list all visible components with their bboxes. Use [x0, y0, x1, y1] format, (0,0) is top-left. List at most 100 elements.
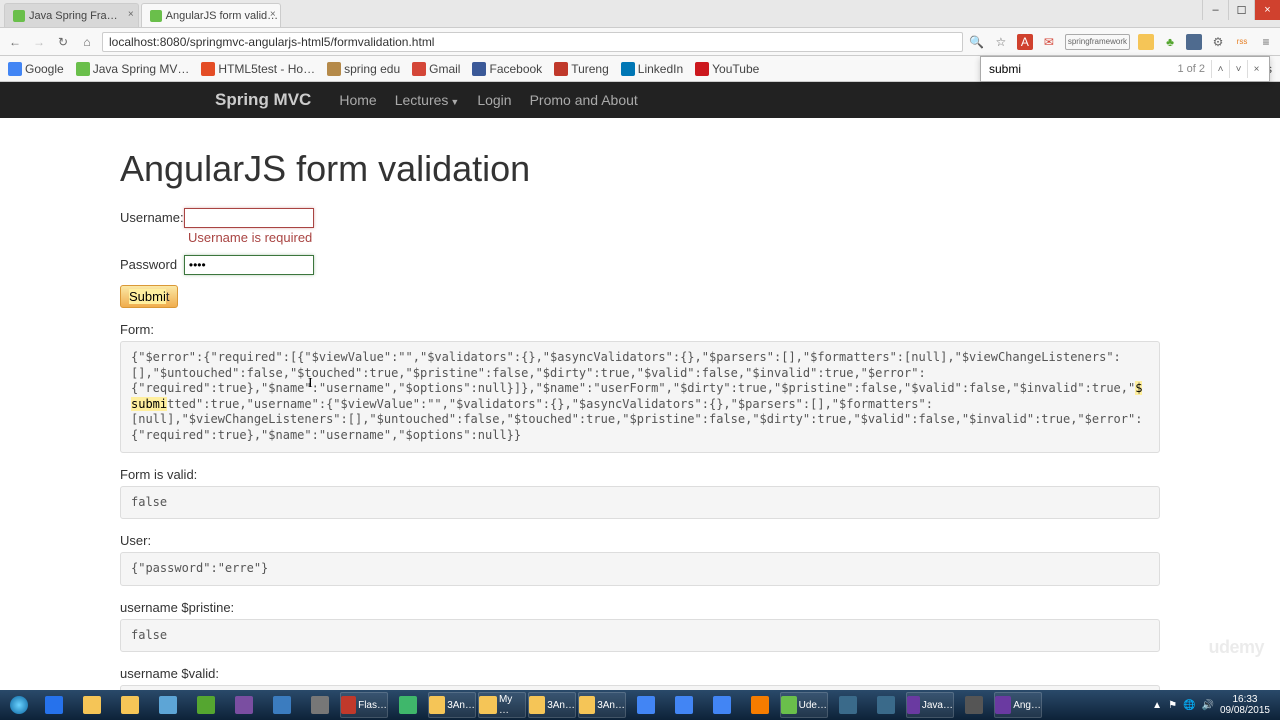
app-icon	[781, 696, 797, 714]
taskbar-item[interactable]: Ang…	[994, 692, 1042, 718]
bookmark-item[interactable]: HTML5test - Ho…	[201, 62, 315, 76]
gear-icon[interactable]: ⚙	[1210, 34, 1226, 50]
start-button[interactable]	[4, 692, 34, 718]
home-icon[interactable]: ⌂	[78, 33, 96, 51]
taskbar-item[interactable]	[628, 692, 664, 718]
nav-home[interactable]: Home	[339, 92, 376, 108]
password-label: Password	[120, 257, 180, 272]
user-value: {"password":"erre"}	[120, 552, 1160, 586]
gmail-ext-icon[interactable]: ✉	[1041, 34, 1057, 50]
taskbar-item[interactable]: 3An…	[428, 692, 476, 718]
volume-icon[interactable]: 🔊	[1201, 700, 1213, 711]
bookmark-item[interactable]: Tureng	[554, 62, 609, 76]
bookmark-item[interactable]: LinkedIn	[621, 62, 683, 76]
taskbar-item[interactable]	[666, 692, 702, 718]
tab-bar: Java Spring Fra… × AngularJS form valid……	[0, 0, 1280, 28]
adblock-icon[interactable]: A	[1017, 34, 1033, 50]
close-button[interactable]: ×	[1254, 0, 1280, 20]
find-close-button[interactable]: ×	[1247, 60, 1265, 78]
bookmark-item[interactable]: YouTube	[695, 62, 759, 76]
app-icon	[907, 696, 920, 714]
brand[interactable]: Spring MVC	[215, 90, 311, 110]
taskbar-item[interactable]: Java…	[906, 692, 954, 718]
bookmark-item[interactable]: Java Spring MV…	[76, 62, 190, 76]
leaf-icon[interactable]: ♣	[1162, 34, 1178, 50]
maximize-button[interactable]: ☐	[1228, 0, 1254, 20]
ext-badge[interactable]: springframework	[1065, 34, 1130, 50]
window-controls: – ☐ ×	[1202, 0, 1280, 20]
taskbar-item[interactable]	[742, 692, 778, 718]
taskbar-item[interactable]	[956, 692, 992, 718]
ext-icon[interactable]	[1138, 34, 1154, 50]
tab-favicon	[150, 10, 162, 22]
tray-icon[interactable]: ▲	[1152, 700, 1162, 711]
clock[interactable]: 16:33 09/08/2015	[1220, 694, 1270, 716]
taskbar-item[interactable]	[226, 692, 262, 718]
site-navbar: Spring MVC Home Lectures▼ Login Promo an…	[0, 82, 1280, 118]
browser-tab-0[interactable]: Java Spring Fra… ×	[4, 3, 139, 27]
network-icon[interactable]: 🌐	[1183, 700, 1195, 711]
submit-row: Submit	[120, 285, 1160, 308]
username-input[interactable]	[184, 208, 314, 228]
find-input[interactable]	[985, 62, 1171, 76]
ext-icon[interactable]	[1186, 34, 1202, 50]
menu-icon[interactable]: ≡	[1258, 34, 1274, 50]
minimize-button[interactable]: –	[1202, 0, 1228, 20]
bookmark-icon	[412, 62, 426, 76]
taskbar-item[interactable]	[150, 692, 186, 718]
taskbar-item[interactable]	[302, 692, 338, 718]
username-error: Username is required	[188, 230, 1160, 245]
nav-lectures[interactable]: Lectures▼	[395, 92, 460, 108]
app-icon	[479, 696, 497, 714]
star-icon[interactable]: ☆	[993, 34, 1009, 50]
bookmark-item[interactable]: Facebook	[472, 62, 542, 76]
rss-icon[interactable]: rss	[1234, 34, 1250, 50]
forward-icon[interactable]: →	[30, 33, 48, 51]
bookmark-item[interactable]: Google	[8, 62, 64, 76]
taskbar-item[interactable]	[704, 692, 740, 718]
taskbar-item[interactable]	[188, 692, 224, 718]
app-icon	[529, 696, 545, 714]
url-input[interactable]	[102, 32, 963, 52]
close-icon[interactable]: ×	[270, 9, 276, 20]
taskbar-item[interactable]	[264, 692, 300, 718]
taskbar-item[interactable]: My …	[478, 692, 526, 718]
nav-promo[interactable]: Promo and About	[530, 92, 638, 108]
taskbar-item[interactable]: 3An…	[528, 692, 576, 718]
search-icon[interactable]: 🔍	[969, 34, 985, 50]
find-next-button[interactable]: ˅	[1229, 60, 1247, 78]
taskbar-item[interactable]: Flas…	[340, 692, 388, 718]
app-icon	[83, 696, 101, 714]
app-icon	[197, 696, 215, 714]
submit-button[interactable]: Submit	[120, 285, 178, 308]
page-viewport: Spring MVC Home Lectures▼ Login Promo an…	[0, 82, 1280, 690]
reload-icon[interactable]: ↻	[54, 33, 72, 51]
taskbar-item[interactable]	[390, 692, 426, 718]
taskbar-item[interactable]: 3An…	[578, 692, 626, 718]
taskbar-item[interactable]	[36, 692, 72, 718]
app-icon	[341, 696, 356, 714]
bookmark-icon	[8, 62, 22, 76]
system-tray: ▲ ⚑ 🌐 🔊 16:33 09/08/2015	[1152, 694, 1276, 716]
bookmark-item[interactable]: spring edu	[327, 62, 400, 76]
username-row: Username: Username is required	[120, 208, 1160, 245]
password-input[interactable]	[184, 255, 314, 275]
taskbar-item[interactable]	[868, 692, 904, 718]
app-icon	[637, 696, 655, 714]
bookmark-icon	[201, 62, 215, 76]
tab-title: AngularJS form valid…	[166, 10, 279, 22]
app-icon	[429, 696, 445, 714]
tray-icon[interactable]: ⚑	[1168, 700, 1177, 711]
find-prev-button[interactable]: ˄	[1211, 60, 1229, 78]
browser-tab-1[interactable]: AngularJS form valid… ×	[141, 3, 281, 27]
app-icon	[579, 696, 595, 714]
text-cursor: I	[308, 376, 309, 392]
taskbar-item[interactable]	[74, 692, 110, 718]
taskbar-item[interactable]	[830, 692, 866, 718]
taskbar-item[interactable]	[112, 692, 148, 718]
back-icon[interactable]: ←	[6, 33, 24, 51]
nav-login[interactable]: Login	[477, 92, 511, 108]
bookmark-item[interactable]: Gmail	[412, 62, 460, 76]
taskbar-item[interactable]: Ude…	[780, 692, 828, 718]
close-icon[interactable]: ×	[128, 9, 134, 20]
